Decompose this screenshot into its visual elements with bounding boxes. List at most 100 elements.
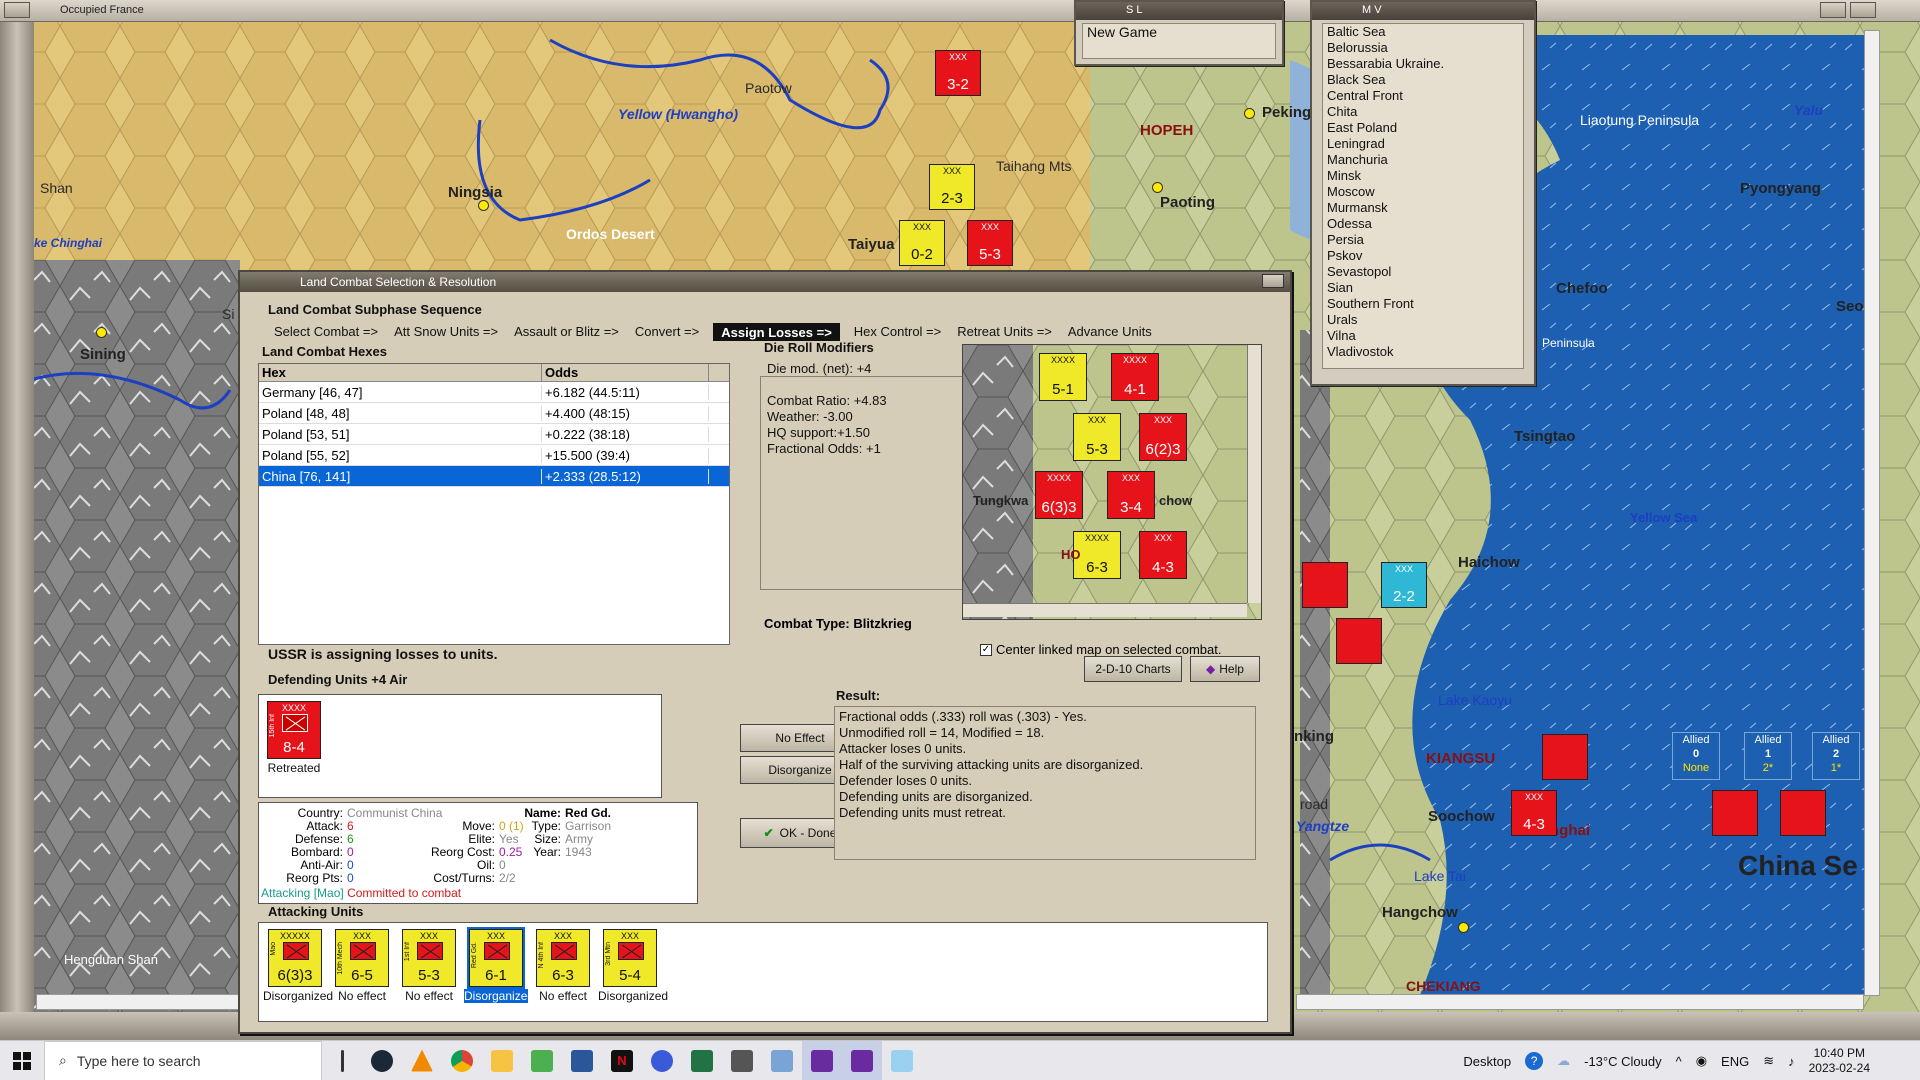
clock[interactable]: 10:40 PM 2023-02-24	[1809, 1046, 1870, 1076]
map-horizontal-scrollbar-right[interactable]	[1296, 994, 1864, 1010]
table-row[interactable]: Poland [48, 48] +4.400 (48:15)	[259, 403, 729, 424]
list-item[interactable]: Sevastopol	[1323, 264, 1523, 280]
editor-icon[interactable]	[522, 1041, 562, 1080]
attacking-unit[interactable]: XXX 3rd Mtn 5-4 Disorganized	[598, 929, 668, 1003]
attacking-unit[interactable]: XXX 10th Mech 6-5 No effect	[330, 929, 394, 1003]
air-unit-counter[interactable]	[1336, 618, 1382, 664]
attacking-unit[interactable]: XXX 1st Inf 5-3 No effect	[397, 929, 461, 1003]
volume-icon[interactable]: ◉	[1696, 1053, 1707, 1069]
combat-hexes-table[interactable]: Hex Odds Germany [46, 47] +6.182 (44.5:11…	[258, 363, 730, 645]
map-unit-counter[interactable]: XXX 4-3	[1506, 790, 1562, 836]
list-item[interactable]: Central Front	[1323, 88, 1523, 104]
list-item[interactable]: Southern Front	[1323, 296, 1523, 312]
new-game-item[interactable]: New Game	[1083, 24, 1275, 40]
minimap-unit[interactable]: XXX 4-3	[1135, 531, 1191, 579]
map-unit-counter[interactable]: XXX 3-2	[930, 50, 986, 96]
steam-icon[interactable]	[362, 1041, 402, 1080]
list-item[interactable]: Sian	[1323, 280, 1523, 296]
list-item[interactable]: Leningrad	[1323, 136, 1523, 152]
dialog-close-button[interactable]	[1262, 274, 1284, 288]
help-button[interactable]: ◆ Help	[1190, 656, 1260, 682]
list-item[interactable]: Pskov	[1323, 248, 1523, 264]
help-tray-icon[interactable]: ?	[1525, 1052, 1544, 1070]
table-row[interactable]: China [76, 141] +2.333 (28.5:12)	[259, 466, 729, 487]
minimap-unit[interactable]: XXXX 5-1	[1035, 353, 1091, 401]
mv-window[interactable]: M V Baltic Sea Belorussia Bessarabia Ukrai…	[1310, 0, 1536, 386]
system-menu-button[interactable]	[4, 2, 30, 18]
sl-window[interactable]: S L New Game	[1074, 0, 1284, 66]
list-item[interactable]: Baltic Sea	[1323, 24, 1523, 40]
map-vertical-scrollbar[interactable]	[1864, 30, 1880, 996]
calculator-icon[interactable]	[722, 1041, 762, 1080]
table-row[interactable]: Poland [55, 52] +15.500 (39:4)	[259, 445, 729, 466]
list-item[interactable]: Murmansk	[1323, 200, 1523, 216]
center-linked-option[interactable]: ✓ Center linked map on selected combat.	[980, 642, 1221, 657]
file-explorer-icon[interactable]	[482, 1041, 522, 1080]
weather-text[interactable]: -13°C Cloudy	[1584, 1054, 1661, 1069]
list-item[interactable]: Vilna	[1323, 328, 1523, 344]
hex-column-header[interactable]: Hex	[259, 364, 542, 381]
list-item[interactable]: Bessarabia Ukraine.	[1323, 56, 1523, 72]
map-unit-counter[interactable]: XXX 5-3	[962, 220, 1018, 266]
table-row[interactable]: Poland [53, 51] +0.222 (38:18)	[259, 424, 729, 445]
list-item[interactable]: Urals	[1323, 312, 1523, 328]
table-row[interactable]: Germany [46, 47] +6.182 (44.5:11)	[259, 382, 729, 403]
taskbar-search[interactable]: ⌕ Type here to search	[44, 1040, 322, 1080]
chrome-icon[interactable]	[442, 1041, 482, 1080]
list-item[interactable]: Black Sea	[1323, 72, 1523, 88]
odds-column-header[interactable]: Odds	[542, 364, 709, 381]
list-item[interactable]: Chita	[1323, 104, 1523, 120]
minimap-vertical-scrollbar[interactable]	[1247, 345, 1261, 603]
word-icon[interactable]	[562, 1041, 602, 1080]
dialog-titlebar[interactable]: Land Combat Selection & Resolution	[240, 272, 1290, 292]
minimap-unit[interactable]: XXX 6(2)3	[1135, 413, 1191, 461]
attacking-unit[interactable]: XXX N 4th Inf 6-3 No effect	[531, 929, 595, 1003]
air-unit-counter[interactable]	[1302, 562, 1348, 608]
list-item[interactable]: Persia	[1323, 232, 1523, 248]
task-view-icon[interactable]	[322, 1041, 362, 1080]
list-item[interactable]: Vladivostok	[1323, 344, 1523, 360]
vlc-icon[interactable]	[402, 1041, 442, 1080]
minimap-unit[interactable]: XXXX 6(3)3	[1031, 471, 1087, 519]
minimize-button[interactable]	[1820, 2, 1846, 18]
minimap-horizontal-scrollbar[interactable]	[963, 603, 1247, 617]
linked-minimap[interactable]: XXXX 5-1 XXXX 4-1 XXX 5-3 XXX 6(2)3 XXXX 6(3)…	[962, 344, 1262, 620]
charts-button[interactable]: 2-D-10 Charts	[1084, 656, 1182, 682]
desktop-toolbar[interactable]: Desktop	[1463, 1054, 1511, 1069]
allied-box[interactable]: Allied 1 2*	[1744, 732, 1792, 780]
game-icon[interactable]	[842, 1040, 882, 1080]
attacking-unit[interactable]: XXXXX Mao 6(3)3 Disorganized	[263, 929, 333, 1003]
list-item[interactable]: Manchuria	[1323, 152, 1523, 168]
minimap-unit[interactable]: XXXX 4-1	[1107, 353, 1163, 401]
app-icon[interactable]	[642, 1041, 682, 1080]
sl-window-list[interactable]: New Game	[1082, 23, 1276, 59]
mv-window-list[interactable]: Baltic Sea Belorussia Bessarabia Ukraine. B…	[1322, 23, 1524, 369]
land-combat-dialog[interactable]: Land Combat Selection & Resolution Land …	[238, 270, 1292, 1034]
wifi-icon[interactable]: ≋	[1763, 1053, 1774, 1069]
minimap-unit[interactable]: XXX 3-4	[1103, 471, 1159, 519]
minimap-unit[interactable]: XXX 5-3	[1069, 413, 1125, 461]
center-linked-checkbox[interactable]: ✓	[980, 643, 992, 656]
game-icon[interactable]	[802, 1040, 842, 1080]
window-icon[interactable]	[762, 1041, 802, 1080]
allied-box[interactable]: Allied 0 None	[1672, 732, 1720, 780]
naval-unit-counter[interactable]	[1542, 734, 1588, 780]
list-item[interactable]: Minsk	[1323, 168, 1523, 184]
list-item[interactable]: Odessa	[1323, 216, 1523, 232]
map-unit-counter[interactable]: XXX 0-2	[894, 220, 950, 266]
map-unit-counter[interactable]: XXX 2-3	[924, 164, 980, 210]
netflix-icon[interactable]: N	[602, 1041, 642, 1080]
allied-box[interactable]: Allied 2 1*	[1812, 732, 1860, 780]
naval-unit-counter[interactable]	[1712, 790, 1758, 836]
paint-icon[interactable]	[882, 1041, 922, 1080]
list-item[interactable]: Moscow	[1323, 184, 1523, 200]
speaker-icon[interactable]: ♪	[1788, 1054, 1795, 1069]
chevron-up-icon[interactable]: ^	[1676, 1054, 1682, 1069]
map-unit-counter[interactable]: XXX 2-2	[1376, 562, 1432, 608]
list-item[interactable]: East Poland	[1323, 120, 1523, 136]
excel-icon[interactable]	[682, 1041, 722, 1080]
list-item[interactable]: Belorussia	[1323, 40, 1523, 56]
maximize-button[interactable]	[1850, 2, 1876, 18]
attacking-unit[interactable]: XXX Red Gd. 6-1 Disorganized	[464, 927, 534, 1003]
start-button[interactable]	[0, 1041, 44, 1080]
